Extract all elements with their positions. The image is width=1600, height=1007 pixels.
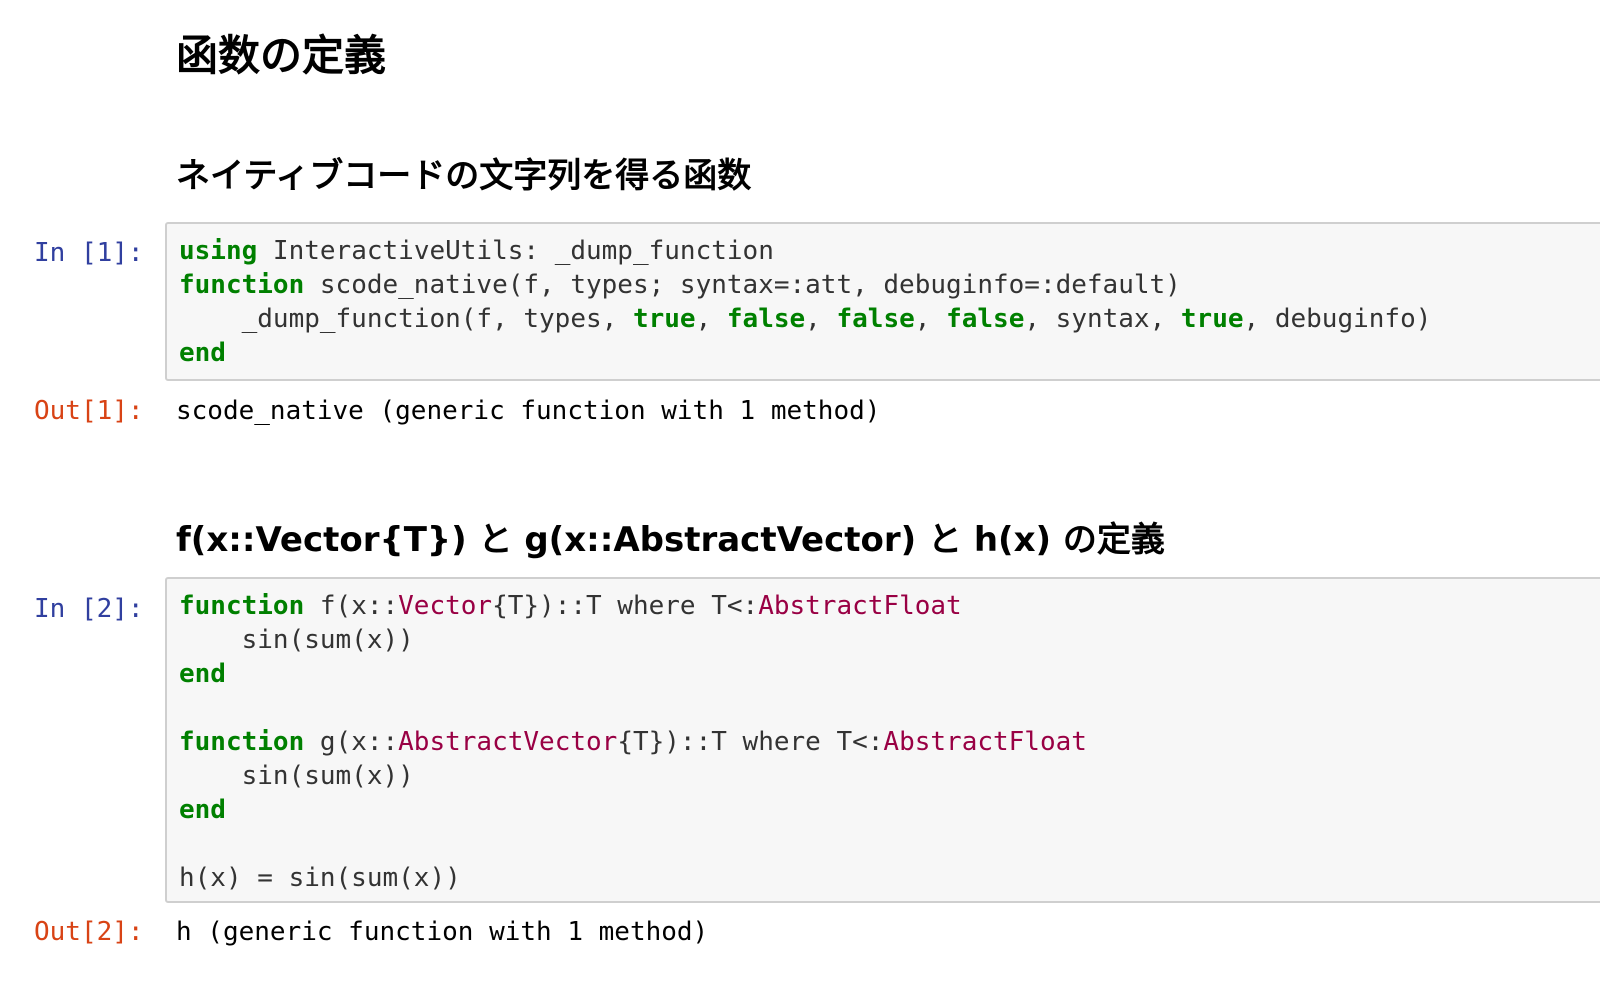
keyword-token: function <box>179 591 305 621</box>
output-prompt-2: Out[2]: <box>34 917 144 947</box>
keyword-token: using <box>179 236 258 266</box>
code-line: end <box>179 336 1600 370</box>
code-line: function f(x::Vector{T})::T where T<:Abs… <box>179 589 1600 623</box>
keyword-token: end <box>179 659 226 689</box>
code-line: h(x) = sin(sum(x)) <box>179 861 1600 895</box>
code-token: , syntax, <box>1024 304 1181 334</box>
output-prompt-1: Out[1]: <box>34 396 144 426</box>
code-token: InteractiveUtils: _dump_function <box>257 236 774 266</box>
code-token: {T})::T where T<: <box>617 727 884 757</box>
code-line: function g(x::AbstractVector{T})::T wher… <box>179 725 1600 759</box>
code-line: end <box>179 657 1600 691</box>
code-token: scode_native(f, types; syntax=:att, debu… <box>304 270 1181 300</box>
keyword-token: true <box>1180 304 1244 334</box>
keyword-token: end <box>179 795 226 825</box>
code-token: , <box>805 304 837 334</box>
code-token: , <box>914 304 947 334</box>
code-cell-2[interactable]: function f(x::Vector{T})::T where T<:Abs… <box>165 577 1600 903</box>
code-token: , debuginfo) <box>1243 304 1432 334</box>
code-token: sin(sum(x)) <box>179 761 414 791</box>
code-token: , <box>695 304 727 334</box>
code-token: g(x:: <box>304 727 399 757</box>
code-cell-1[interactable]: using InteractiveUtils: _dump_function fu… <box>165 222 1600 381</box>
code-editor-1[interactable]: using InteractiveUtils: _dump_function fu… <box>167 224 1600 370</box>
keyword-token: false <box>946 304 1025 334</box>
type-token: AbstractFloat <box>883 727 1087 757</box>
code-line: end <box>179 793 1600 827</box>
code-line: using InteractiveUtils: _dump_function <box>179 234 1600 268</box>
code-line: function scode_native(f, types; syntax=:… <box>179 268 1600 302</box>
keyword-token: function <box>179 270 305 300</box>
keyword-token: false <box>836 304 915 334</box>
code-token: _dump_function(f, types, <box>179 304 633 334</box>
keyword-token: end <box>179 338 226 368</box>
cell-output-2: h (generic function with 1 method) <box>176 917 709 947</box>
keyword-token: false <box>726 304 806 334</box>
code-line: sin(sum(x)) <box>179 623 1600 657</box>
section-heading-definitions: f(x::Vector{T}) と g(x::AbstractVector) と… <box>176 520 1165 560</box>
code-editor-2[interactable]: function f(x::Vector{T})::T where T<:Abs… <box>167 579 1600 895</box>
keyword-token: true <box>632 304 696 334</box>
code-line: _dump_function(f, types, true, false, fa… <box>179 302 1600 336</box>
keyword-token: function <box>179 727 305 757</box>
code-token: sin(sum(x)) <box>179 625 414 655</box>
input-prompt-1: In [1]: <box>34 238 144 268</box>
type-token: AbstractFloat <box>758 591 962 621</box>
input-prompt-2: In [2]: <box>34 594 144 624</box>
page-title: 函数の定義 <box>176 31 387 80</box>
code-token: f(x:: <box>304 591 399 621</box>
type-token: AbstractVector <box>398 727 618 757</box>
code-token: {T})::T where T<: <box>492 591 759 621</box>
code-token: h(x) = sin(sum(x)) <box>179 863 461 893</box>
cell-output-1: scode_native (generic function with 1 me… <box>176 396 881 426</box>
section-heading-native-code: ネイティブコードの文字列を得る函数 <box>176 156 752 196</box>
code-line: sin(sum(x)) <box>179 759 1600 793</box>
type-token: Vector <box>398 591 493 621</box>
